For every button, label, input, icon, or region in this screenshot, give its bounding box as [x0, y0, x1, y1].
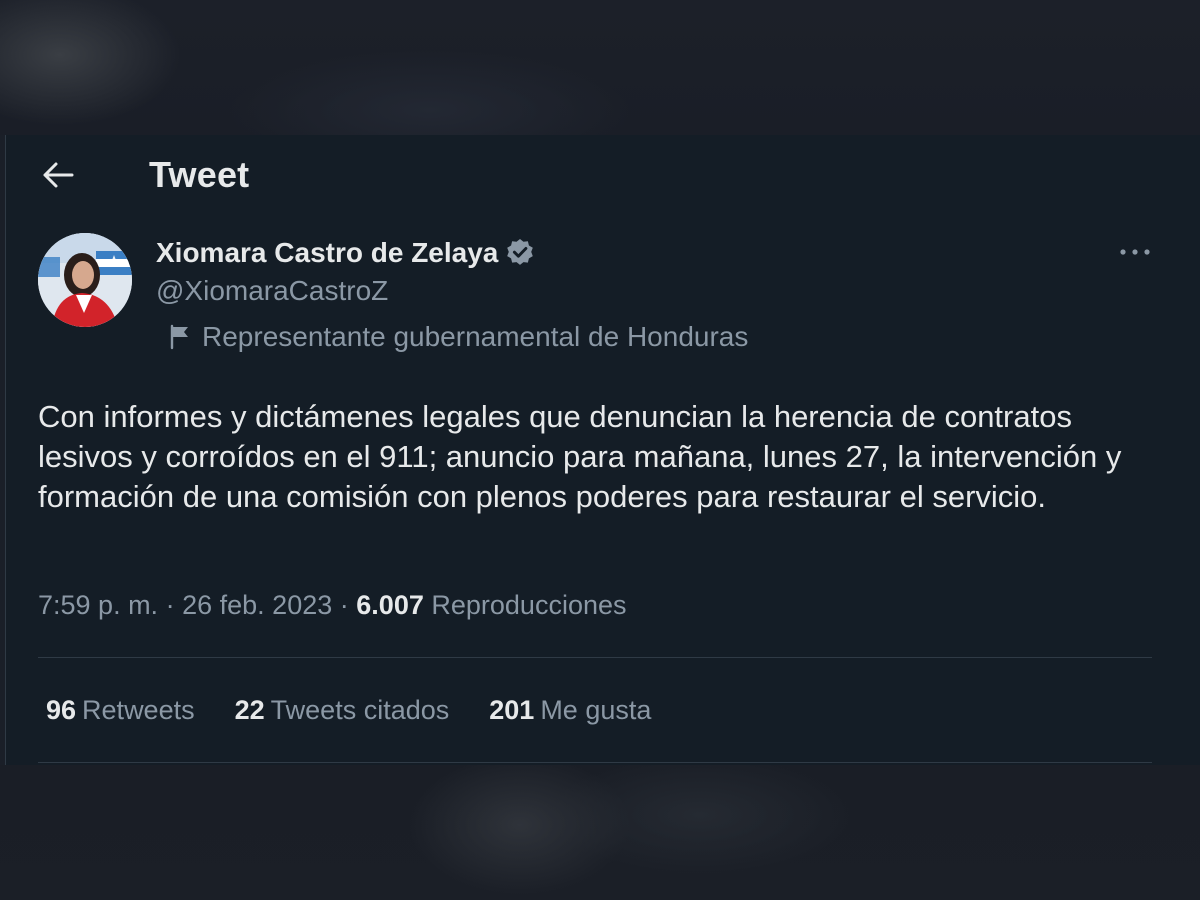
author-name-row[interactable]: Xiomara Castro de Zelaya — [156, 235, 536, 271]
quote-tweets-stat[interactable]: 22 Tweets citados — [235, 695, 450, 726]
views-count: 6.007 — [356, 590, 424, 620]
author-display-name[interactable]: Xiomara Castro de Zelaya — [156, 237, 498, 269]
retweets-stat[interactable]: 96 Retweets — [46, 695, 195, 726]
blurred-background-top — [0, 0, 1200, 135]
affiliation-text: Representante gubernamental de Honduras — [202, 321, 749, 352]
quote-tweets-label: Tweets citados — [270, 695, 450, 725]
likes-count: 201 — [489, 695, 535, 725]
arrow-left-icon — [43, 162, 74, 188]
back-button[interactable] — [36, 157, 80, 193]
flag-icon — [166, 323, 194, 351]
tweet-text: Con informes y dictámenes legales que de… — [38, 399, 1122, 514]
author-handle[interactable]: @XiomaraCastroZ — [156, 275, 388, 307]
meta-separator: · — [165, 590, 175, 620]
profile-photo — [38, 233, 132, 327]
meta-separator: · — [339, 590, 349, 620]
verified-badge-icon[interactable] — [504, 237, 536, 269]
engagement-stats: 96 Retweets 22 Tweets citados 201 Me gusta — [46, 695, 691, 726]
tweet-card: Tweet Xiomara Castro de Zelaya @XiomaraC… — [5, 135, 1200, 765]
retweets-count: 96 — [46, 695, 77, 725]
tweet-header: Tweet — [6, 135, 1200, 215]
avatar[interactable] — [38, 233, 132, 327]
divider — [38, 762, 1152, 763]
page-title: Tweet — [149, 154, 250, 195]
blurred-background-bottom — [0, 765, 1200, 900]
more-options-button[interactable] — [1116, 235, 1154, 269]
more-horizontal-icon — [1120, 249, 1150, 255]
tweet-date[interactable]: 26 feb. 2023 — [182, 590, 332, 620]
views-label: Reproducciones — [431, 590, 627, 620]
tweet-time[interactable]: 7:59 p. m. — [38, 590, 158, 620]
government-affiliation-label: Representante gubernamental de Honduras — [166, 321, 748, 353]
likes-stat[interactable]: 201 Me gusta — [489, 695, 651, 726]
likes-label: Me gusta — [540, 695, 652, 725]
divider — [38, 657, 1152, 658]
quote-tweets-count: 22 — [234, 695, 265, 725]
tweet-metadata: 7:59 p. m. · 26 feb. 2023 · 6.007 Reprod… — [38, 590, 627, 621]
retweets-label: Retweets — [82, 695, 195, 725]
screenshot-stage: Tweet Xiomara Castro de Zelaya @XiomaraC… — [0, 0, 1200, 900]
